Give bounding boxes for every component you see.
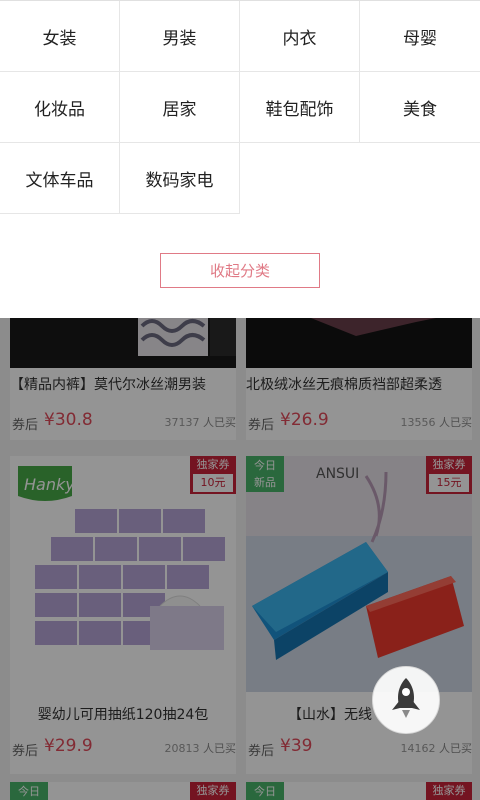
rocket-icon <box>388 676 424 724</box>
category-item[interactable]: 鞋包配饰 <box>240 72 360 143</box>
category-item[interactable]: 母婴 <box>360 1 480 72</box>
collapse-categories-button[interactable]: 收起分类 <box>160 253 320 288</box>
category-item[interactable]: 男装 <box>120 1 240 72</box>
back-to-top-button[interactable] <box>372 666 440 734</box>
category-item[interactable]: 文体车品 <box>0 143 120 214</box>
category-item[interactable]: 女装 <box>0 1 120 72</box>
category-item[interactable]: 化妆品 <box>0 72 120 143</box>
category-item[interactable]: 居家 <box>120 72 240 143</box>
category-panel: 女装 男装 内衣 母婴 化妆品 居家 鞋包配饰 美食 文体车品 数码家电 收起分… <box>0 0 480 318</box>
category-item[interactable]: 内衣 <box>240 1 360 72</box>
category-item[interactable]: 数码家电 <box>120 143 240 214</box>
category-item[interactable]: 美食 <box>360 72 480 143</box>
